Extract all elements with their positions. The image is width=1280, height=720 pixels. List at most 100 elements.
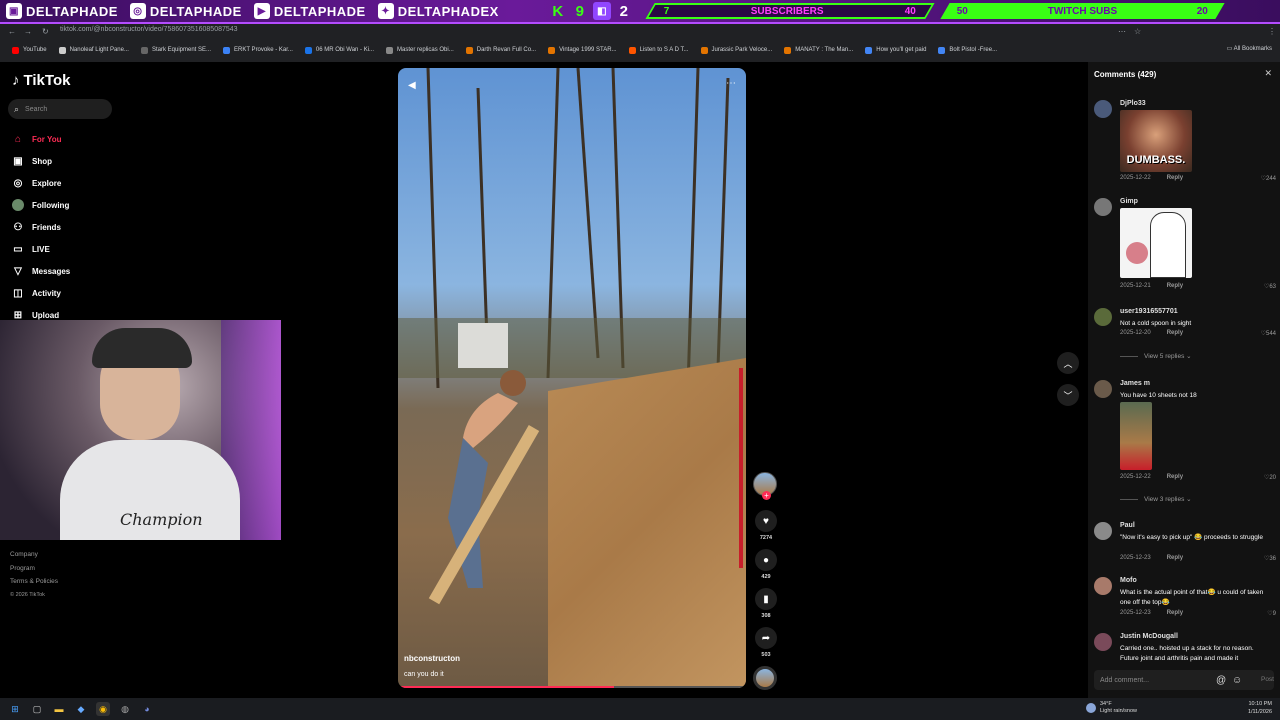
comment-like[interactable]: ♡9 [1267, 610, 1276, 617]
footer-terms-link[interactable]: Terms & Policies [10, 575, 58, 589]
comment-action[interactable]: ● 429 [753, 549, 779, 580]
sidebar-item-for-you[interactable]: ⌂ For You [12, 128, 70, 150]
avatar[interactable] [1094, 100, 1112, 118]
video-progress-bar[interactable] [398, 686, 746, 688]
bookmark[interactable]: YouTube [12, 46, 47, 54]
video-player[interactable]: ◀ ⋯ nbconstructon can you do it [398, 68, 746, 688]
comment-like[interactable]: ♡20 [1264, 474, 1276, 481]
video-username[interactable]: nbconstructon [404, 654, 460, 663]
share-action[interactable]: ➦ 503 [753, 627, 779, 658]
footer-program-link[interactable]: Program [10, 562, 58, 576]
comment-like[interactable]: ♡544 [1261, 330, 1276, 337]
comment-image[interactable] [1120, 208, 1192, 278]
next-video-button[interactable]: ﹀ [1057, 384, 1079, 406]
close-icon[interactable]: ✕ [1264, 68, 1272, 79]
bookmark[interactable]: ERKT Provoke - Kar... [223, 46, 293, 54]
reload-icon[interactable]: ↻ [42, 27, 49, 36]
sidebar-item-live[interactable]: ▭ LIVE [12, 238, 70, 260]
comment-username[interactable]: Justin McDougall [1120, 633, 1178, 640]
address-bar[interactable]: tiktok.com/@nbconstructor/video/75860735… [60, 26, 238, 33]
like-action[interactable]: ♥ 7274 [753, 510, 779, 541]
bookmark[interactable]: Stark Equipment SE... [140, 46, 211, 54]
menu-icon[interactable]: ⋮ [1268, 27, 1276, 36]
back-icon[interactable]: ← [8, 27, 16, 36]
extension-icon[interactable]: ⋯ [1118, 27, 1126, 36]
view-replies-button[interactable]: View 3 replies ⌄ [1120, 495, 1192, 503]
obs-icon[interactable]: ◍ [118, 702, 132, 716]
comment-image[interactable]: DUMBASS. [1120, 110, 1192, 172]
footer-company-link[interactable]: Company [10, 548, 58, 562]
view-replies-button[interactable]: View 5 replies ⌄ [1120, 352, 1192, 360]
comment-username[interactable]: Gimp [1120, 198, 1138, 205]
bookmark[interactable]: Master replicas Obi... [386, 46, 454, 54]
tiktok-logo[interactable]: ♪ TikTok [12, 72, 70, 89]
comment-username[interactable]: Paul [1120, 522, 1135, 529]
sidebar-item-friends[interactable]: ⚇ Friends [12, 216, 70, 238]
discord-icon[interactable]: ◕ [140, 702, 154, 716]
comment-like-count: 9 [1272, 611, 1276, 617]
weather-widget[interactable]: 34°F Light rain/snow [1086, 701, 1137, 715]
bookmark[interactable]: How you'll get paid [865, 46, 926, 54]
comment-username[interactable]: user19316557701 [1120, 308, 1178, 315]
sidebar-item-activity[interactable]: ◫ Activity [12, 282, 70, 304]
bookmark-icon[interactable]: ▮ [755, 588, 777, 610]
bookmark[interactable]: MANATY : The Man... [784, 46, 853, 54]
share-icon[interactable]: ➦ [755, 627, 777, 649]
comment-username[interactable]: DjPlo33 [1120, 100, 1146, 107]
avatar[interactable] [1094, 380, 1112, 398]
bookmark[interactable]: Vintage 1999 STAR... [548, 46, 617, 54]
avatar[interactable] [1094, 633, 1112, 651]
heart-icon[interactable]: ♥ [755, 510, 777, 532]
volume-icon[interactable]: ◀ [408, 80, 416, 91]
comment-username[interactable]: Mofo [1120, 577, 1137, 584]
task-view-icon[interactable]: ▢ [30, 702, 44, 716]
comment-icon[interactable]: ● [755, 549, 777, 571]
follow-plus-icon[interactable]: + [762, 491, 771, 500]
system-clock[interactable]: 10:10 PM 1/11/2026 [1248, 700, 1272, 716]
reply-button[interactable]: Reply [1167, 330, 1183, 336]
post-button[interactable]: Post [1261, 676, 1274, 683]
previous-video-button[interactable]: ︿ [1057, 352, 1079, 374]
bookmark[interactable]: Jurassic Park Veloce... [700, 46, 772, 54]
sidebar-item-following[interactable]: Following [12, 194, 70, 216]
music-disc-icon[interactable] [753, 666, 777, 690]
search-input[interactable]: ⌕ Search [8, 99, 112, 119]
reply-button[interactable]: Reply [1167, 474, 1183, 480]
bookmark[interactable]: Bolt Pistol -Free... [938, 46, 997, 54]
avatar[interactable] [1094, 198, 1112, 216]
creator-avatar[interactable]: + [753, 472, 777, 500]
reply-button[interactable]: Reply [1167, 610, 1183, 616]
forward-icon[interactable]: → [24, 27, 32, 36]
avatar[interactable] [1094, 308, 1112, 326]
emoji-icon[interactable]: ☺ [1232, 675, 1242, 686]
kick-counter: K 9 ◧ 2 [549, 2, 633, 20]
reply-button[interactable]: Reply [1167, 175, 1183, 181]
bookmarks-bar: YouTube Nanoleaf Light Pane... Stark Equ… [0, 40, 1280, 60]
bookmark[interactable]: Darth Revan Full Co... [465, 46, 536, 54]
add-comment-input[interactable]: Add comment... @ ☺ [1094, 670, 1274, 690]
sidebar-item-explore[interactable]: ◎ Explore [12, 172, 70, 194]
avatar[interactable] [1094, 522, 1112, 540]
sidebar-item-messages[interactable]: ▽ Messages [12, 260, 70, 282]
mention-icon[interactable]: @ [1216, 675, 1226, 686]
bookmark[interactable]: Nanoleaf Light Pane... [58, 46, 129, 54]
comment-username[interactable]: James m [1120, 380, 1150, 387]
reply-button[interactable]: Reply [1167, 555, 1183, 561]
reply-button[interactable]: Reply [1167, 283, 1183, 289]
bookmark-star-icon[interactable]: ☆ [1134, 27, 1141, 36]
sidebar-item-shop[interactable]: ▣ Shop [12, 150, 70, 172]
steam-icon[interactable]: ◆ [74, 702, 88, 716]
windows-start-icon[interactable]: ⊞ [8, 702, 22, 716]
bookmark[interactable]: 06 MR Obi Wan - Ki... [304, 46, 374, 54]
comment-like[interactable]: ♡63 [1264, 283, 1276, 290]
all-bookmarks[interactable]: ▭ All Bookmarks [1227, 45, 1272, 52]
avatar[interactable] [1094, 577, 1112, 595]
save-action[interactable]: ▮ 308 [753, 588, 779, 619]
file-explorer-icon[interactable]: ▬ [52, 702, 66, 716]
bookmark[interactable]: Listen to S A D T... [628, 46, 689, 54]
chrome-icon[interactable]: ◉ [96, 702, 110, 716]
comment-like[interactable]: ♡244 [1261, 175, 1276, 182]
comment-image[interactable] [1120, 402, 1152, 470]
more-options-icon[interactable]: ⋯ [726, 78, 736, 89]
comment-like[interactable]: ♡36 [1264, 555, 1276, 562]
